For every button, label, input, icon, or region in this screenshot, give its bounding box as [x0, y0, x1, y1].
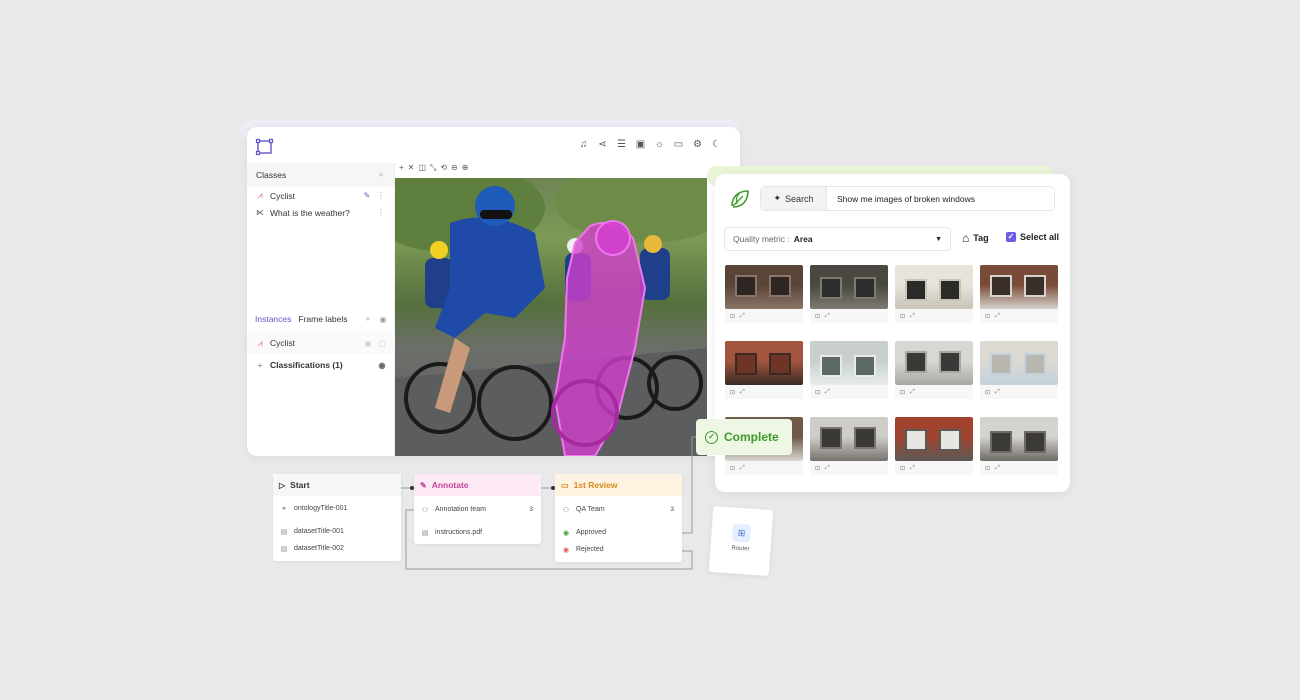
node-row-label: Annotation team: [435, 506, 486, 513]
node-row: ⚭ ontologyTitle-001: [273, 500, 401, 517]
node-row: ▤ instructions.pdf: [414, 524, 541, 541]
rejected-icon: ◉: [562, 546, 570, 554]
workflow-node-router[interactable]: ⊞ Router: [708, 505, 774, 577]
folder-icon: ▭: [561, 480, 569, 490]
node-row-label: datasetTitle-002: [294, 545, 344, 552]
workflow-node-review[interactable]: ▭ 1st Review ⚇ QA Team 3 ◉ Approved ◉ Reject…: [555, 474, 682, 562]
workflow-connectors: [401, 436, 696, 570]
node-header: ▷ Start: [273, 474, 401, 496]
edit-icon: ✎: [420, 480, 427, 490]
play-icon: ▷: [279, 480, 286, 490]
team-icon: ⚇: [421, 506, 429, 514]
node-row: ⚇ QA Team 3: [555, 501, 682, 518]
node-row: ◉ Approved: [555, 524, 682, 541]
node-header: ▭ 1st Review: [555, 474, 682, 496]
node-row: ◉ Rejected: [555, 541, 682, 558]
node-header: ✎ Annotate: [414, 474, 541, 496]
router-label: Router: [731, 545, 750, 553]
dataset-icon: ▤: [280, 528, 288, 536]
workflow-node-annotate[interactable]: ✎ Annotate ⚇ Annotation team 3 ▤ instructio…: [414, 474, 541, 544]
node-title: 1st Review: [573, 480, 618, 490]
team-count: 3: [529, 506, 533, 513]
node-row: ▤ datasetTitle-002: [273, 540, 401, 557]
node-row-label: datasetTitle-001: [294, 528, 344, 535]
node-row: ▤ datasetTitle-001: [273, 523, 401, 540]
ontology-icon: ⚭: [281, 505, 287, 513]
team-count: 3: [670, 506, 674, 513]
approved-icon: ◉: [562, 529, 570, 537]
file-icon: ▤: [421, 529, 429, 537]
node-row: ⚇ Annotation team 3: [414, 501, 541, 518]
router-icon: ⊞: [731, 523, 752, 543]
node-title: Annotate: [431, 480, 469, 490]
node-row-label: QA Team: [576, 506, 605, 513]
node-row-label: ontologyTitle-001: [294, 505, 348, 512]
node-title: Start: [290, 480, 310, 490]
node-row-label: instructions.pdf: [435, 529, 483, 536]
node-row-label: Rejected: [576, 546, 604, 553]
dataset-icon: ▤: [280, 545, 288, 553]
node-row-label: Approved: [576, 529, 606, 536]
team-icon: ⚇: [562, 506, 570, 514]
workflow-node-start[interactable]: ▷ Start ⚭ ontologyTitle-001 ▤ datasetTitle…: [273, 474, 401, 561]
